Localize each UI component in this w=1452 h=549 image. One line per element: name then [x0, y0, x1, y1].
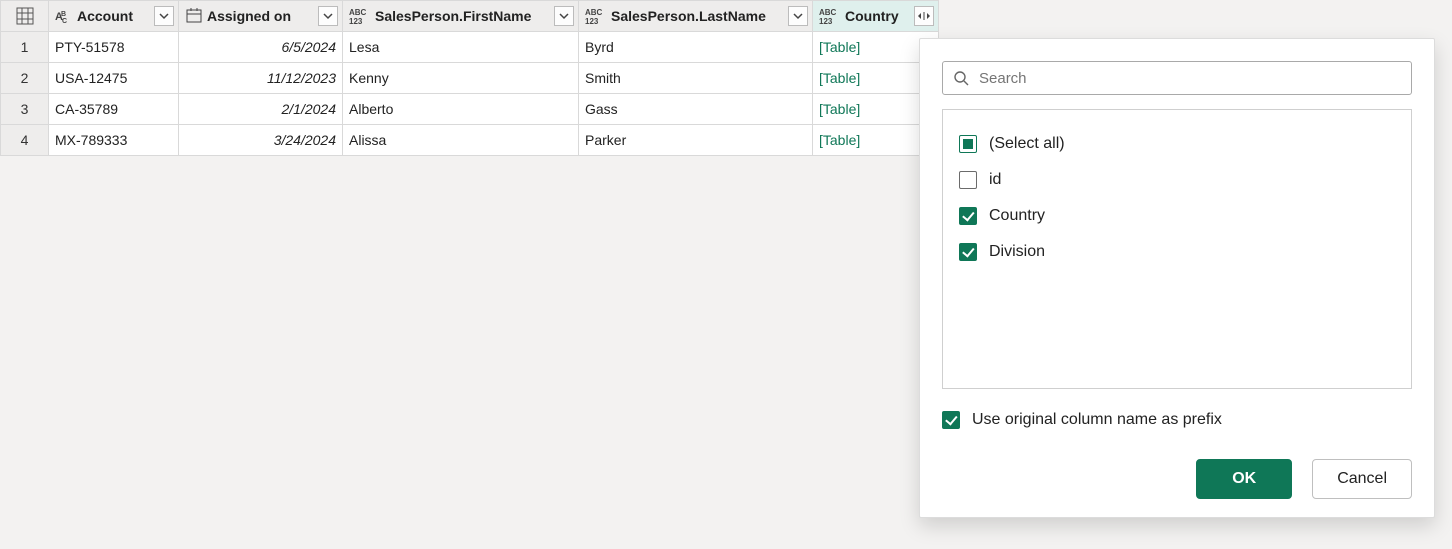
date-type-icon — [185, 7, 203, 25]
column-filter-dropdown[interactable] — [788, 6, 808, 26]
data-table: ABC Account Assigned on — [0, 0, 939, 156]
row-number[interactable]: 2 — [1, 63, 49, 94]
chevron-down-icon — [559, 11, 569, 21]
prefix-label: Use original column name as prefix — [972, 411, 1222, 429]
ok-button[interactable]: OK — [1196, 459, 1292, 499]
checkbox-checked[interactable] — [942, 411, 960, 429]
search-box[interactable] — [942, 61, 1412, 95]
option-label: (Select all) — [989, 135, 1065, 153]
column-filter-dropdown[interactable] — [318, 6, 338, 26]
expand-column-button[interactable] — [914, 6, 934, 26]
chevron-down-icon — [793, 11, 803, 21]
cell-last[interactable]: Parker — [579, 125, 812, 155]
select-all-corner[interactable] — [1, 1, 49, 32]
option-division[interactable]: Division — [959, 234, 1395, 270]
column-label: SalesPerson.FirstName — [375, 8, 550, 24]
option-label: id — [989, 171, 1001, 189]
checkbox-checked[interactable] — [959, 243, 977, 261]
svg-text:123: 123 — [349, 17, 363, 25]
cell-account[interactable]: CA-35789 — [49, 94, 178, 124]
cell-first[interactable]: Lesa — [343, 32, 578, 62]
row-number[interactable]: 4 — [1, 125, 49, 156]
svg-text:123: 123 — [585, 17, 599, 25]
text-type-icon: ABC — [55, 7, 73, 25]
table-row[interactable]: 3 CA-35789 2/1/2024 Alberto Gass [Table] — [1, 94, 939, 125]
column-header-account[interactable]: ABC Account — [49, 1, 179, 32]
search-icon — [953, 70, 969, 86]
cell-account[interactable]: MX-789333 — [49, 125, 178, 155]
columns-listbox: (Select all) id Country Division — [942, 109, 1412, 389]
column-label: Assigned on — [207, 8, 314, 24]
cell-last[interactable]: Gass — [579, 94, 812, 124]
column-header-firstname[interactable]: ABC123 SalesPerson.FirstName — [343, 1, 579, 32]
row-number[interactable]: 1 — [1, 32, 49, 63]
search-input[interactable] — [977, 69, 1401, 88]
any-type-icon: ABC123 — [349, 7, 371, 25]
cell-account[interactable]: PTY-51578 — [49, 32, 178, 62]
expand-columns-popup: (Select all) id Country Division Use ori… — [919, 38, 1435, 518]
expand-icon — [917, 10, 931, 22]
cell-assigned[interactable]: 11/12/2023 — [179, 63, 342, 93]
cell-assigned[interactable]: 2/1/2024 — [179, 94, 342, 124]
option-select-all[interactable]: (Select all) — [959, 126, 1395, 162]
button-row: OK Cancel — [942, 459, 1412, 499]
cell-assigned[interactable]: 3/24/2024 — [179, 125, 342, 155]
cell-assigned[interactable]: 6/5/2024 — [179, 32, 342, 62]
svg-text:ABC: ABC — [349, 8, 367, 17]
cell-first[interactable]: Kenny — [343, 63, 578, 93]
svg-text:B: B — [61, 11, 66, 18]
cell-last[interactable]: Smith — [579, 63, 812, 93]
row-number[interactable]: 3 — [1, 94, 49, 125]
column-label: Country — [845, 8, 910, 24]
column-label: Account — [77, 8, 150, 24]
cancel-button[interactable]: Cancel — [1312, 459, 1412, 499]
svg-text:123: 123 — [819, 17, 833, 25]
cell-first[interactable]: Alissa — [343, 125, 578, 155]
any-type-icon: ABC123 — [819, 7, 841, 25]
any-type-icon: ABC123 — [585, 7, 607, 25]
cell-account[interactable]: USA-12475 — [49, 63, 178, 93]
svg-text:C: C — [62, 18, 67, 25]
cell-first[interactable]: Alberto — [343, 94, 578, 124]
column-header-country[interactable]: ABC123 Country — [813, 1, 939, 32]
table-row[interactable]: 1 PTY-51578 6/5/2024 Lesa Byrd [Table] — [1, 32, 939, 63]
option-id[interactable]: id — [959, 162, 1395, 198]
svg-text:ABC: ABC — [819, 8, 837, 17]
prefix-option[interactable]: Use original column name as prefix — [942, 411, 1412, 429]
cell-last[interactable]: Byrd — [579, 32, 812, 62]
checkbox-indeterminate[interactable] — [959, 135, 977, 153]
column-header-assigned[interactable]: Assigned on — [179, 1, 343, 32]
table-row[interactable]: 2 USA-12475 11/12/2023 Kenny Smith [Tabl… — [1, 63, 939, 94]
column-label: SalesPerson.LastName — [611, 8, 784, 24]
table-icon — [16, 7, 34, 25]
column-filter-dropdown[interactable] — [554, 6, 574, 26]
svg-text:ABC: ABC — [585, 8, 603, 17]
column-filter-dropdown[interactable] — [154, 6, 174, 26]
option-label: Country — [989, 207, 1045, 225]
table-row[interactable]: 4 MX-789333 3/24/2024 Alissa Parker [Tab… — [1, 125, 939, 156]
checkbox-unchecked[interactable] — [959, 171, 977, 189]
option-label: Division — [989, 243, 1045, 261]
option-country[interactable]: Country — [959, 198, 1395, 234]
chevron-down-icon — [159, 11, 169, 21]
chevron-down-icon — [323, 11, 333, 21]
column-header-lastname[interactable]: ABC123 SalesPerson.LastName — [579, 1, 813, 32]
checkbox-checked[interactable] — [959, 207, 977, 225]
